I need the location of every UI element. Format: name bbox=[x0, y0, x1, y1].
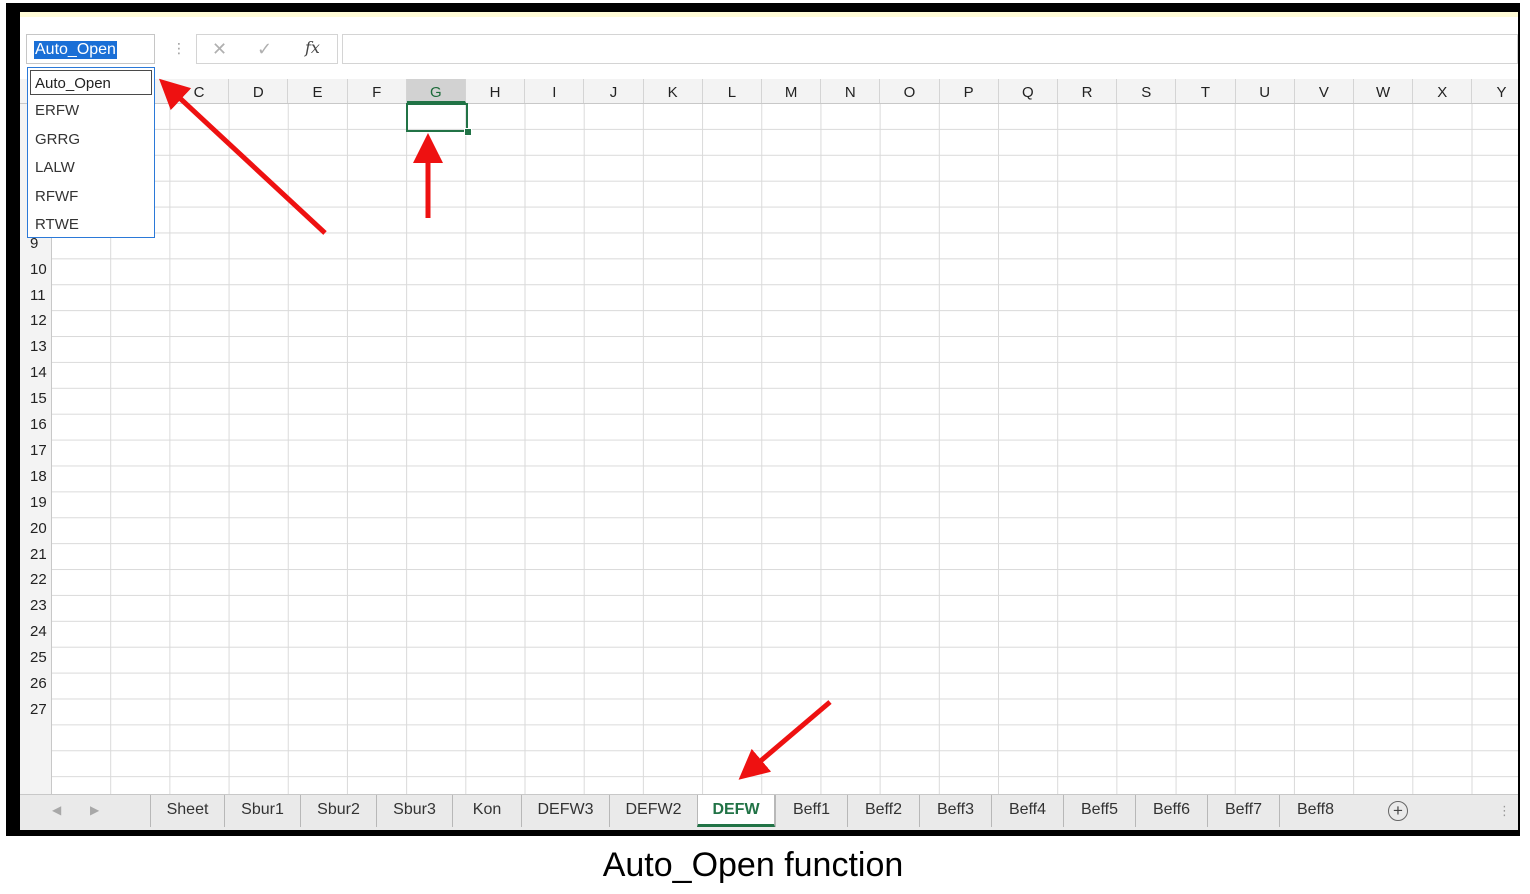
sheet-tab-beff6[interactable]: Beff6 bbox=[1135, 795, 1207, 827]
figure-caption: Auto_Open function bbox=[602, 846, 904, 884]
name-list-item-lalw[interactable]: LALW bbox=[28, 155, 154, 181]
column-header-L[interactable]: L bbox=[703, 79, 762, 103]
sheet-tab-beff8[interactable]: Beff8 bbox=[1279, 795, 1351, 827]
row-header-14[interactable]: 14 bbox=[20, 360, 52, 386]
column-header-Y[interactable]: Y bbox=[1472, 79, 1518, 103]
column-header-Q[interactable]: Q bbox=[999, 79, 1058, 103]
row-header-20[interactable]: 20 bbox=[20, 516, 52, 542]
column-header-M[interactable]: M bbox=[762, 79, 822, 103]
sheet-tab-beff7[interactable]: Beff7 bbox=[1207, 795, 1279, 827]
column-header-H[interactable]: H bbox=[466, 79, 526, 103]
row-header-12[interactable]: 12 bbox=[20, 308, 52, 334]
row-header-22[interactable]: 22 bbox=[20, 567, 52, 593]
cell-grid[interactable] bbox=[52, 104, 1518, 794]
row-header-10[interactable]: 10 bbox=[20, 257, 52, 283]
column-header-N[interactable]: N bbox=[821, 79, 881, 103]
row-header-27[interactable]: 27 bbox=[20, 697, 52, 723]
tab-scroll-grip-icon[interactable]: ⋮ bbox=[1498, 803, 1511, 819]
sheet-tab-sheet[interactable]: Sheet bbox=[150, 795, 224, 827]
formula-input[interactable] bbox=[342, 34, 1518, 64]
sheet-tab-defw2[interactable]: DEFW2 bbox=[609, 795, 697, 827]
row-header-11[interactable]: 11 bbox=[20, 283, 52, 309]
cancel-icon[interactable]: ✕ bbox=[212, 39, 227, 60]
column-header-R[interactable]: R bbox=[1058, 79, 1118, 103]
column-header-F[interactable]: F bbox=[348, 79, 407, 103]
sheet-tab-defw3[interactable]: DEFW3 bbox=[521, 795, 609, 827]
column-header-W[interactable]: W bbox=[1354, 79, 1414, 103]
column-header-O[interactable]: O bbox=[880, 79, 940, 103]
row-header-23[interactable]: 23 bbox=[20, 593, 52, 619]
row-header-26[interactable]: 26 bbox=[20, 671, 52, 697]
sheet-tab-sbur3[interactable]: Sbur3 bbox=[376, 795, 452, 827]
sheet-tab-defw[interactable]: DEFW bbox=[697, 795, 775, 827]
sheet-tab-sbur1[interactable]: Sbur1 bbox=[224, 795, 300, 827]
name-list-item-rtwe[interactable]: RTWE bbox=[28, 212, 154, 238]
row-header-24[interactable]: 24 bbox=[20, 619, 52, 645]
column-header-X[interactable]: X bbox=[1413, 79, 1473, 103]
column-header-K[interactable]: K bbox=[644, 79, 703, 103]
sheet-tab-beff2[interactable]: Beff2 bbox=[847, 795, 919, 827]
row-header-25[interactable]: 25 bbox=[20, 645, 52, 671]
formula-bar-buttons: ✕ ✓ fx bbox=[196, 34, 338, 64]
name-list-item-erfw[interactable]: ERFW bbox=[28, 98, 154, 124]
excel-window: Auto_Open ⋮ ✕ ✓ fx CDEFGHIJKLMNOPQRSTUVW… bbox=[20, 12, 1518, 830]
screenshot-frame: Auto_Open ⋮ ✕ ✓ fx CDEFGHIJKLMNOPQRSTUVW… bbox=[6, 3, 1520, 836]
right-triangle-icon[interactable]: ▶ bbox=[90, 803, 99, 817]
active-cell-G[interactable] bbox=[406, 103, 468, 132]
left-triangle-icon[interactable]: ◀ bbox=[52, 803, 61, 817]
sheet-tab-beff1[interactable]: Beff1 bbox=[775, 795, 847, 827]
column-header-S[interactable]: S bbox=[1117, 79, 1177, 103]
sheet-tab-bar: ◀ ▶ Sheet Sbur1 Sbur2 Sbur3 Kon DEFW3 DEFW2 DEF… bbox=[20, 794, 1518, 830]
sheet-tab-sbur2[interactable]: Sbur2 bbox=[300, 795, 376, 827]
name-list-item-rfwf[interactable]: RFWF bbox=[28, 184, 154, 210]
row-header-13[interactable]: 13 bbox=[20, 334, 52, 360]
fill-handle[interactable] bbox=[464, 128, 472, 136]
name-list-item-grrg[interactable]: GRRG bbox=[28, 127, 154, 153]
column-header-P[interactable]: P bbox=[940, 79, 999, 103]
column-header-D[interactable]: D bbox=[229, 79, 289, 103]
name-box-value[interactable]: Auto_Open bbox=[34, 41, 117, 59]
column-header-U[interactable]: U bbox=[1236, 79, 1295, 103]
column-header-C[interactable]: C bbox=[170, 79, 230, 103]
row-header-18[interactable]: 18 bbox=[20, 464, 52, 490]
sheet-tab-beff5[interactable]: Beff5 bbox=[1063, 795, 1135, 827]
column-header-I[interactable]: I bbox=[525, 79, 585, 103]
column-header-E[interactable]: E bbox=[288, 79, 348, 103]
sheet-tab-kon[interactable]: Kon bbox=[452, 795, 521, 827]
formula-bar-grip-icon[interactable]: ⋮ bbox=[172, 40, 186, 57]
name-box-dropdown: Auto_Open ERFW GRRG LALW RFWF RTWE bbox=[27, 67, 155, 238]
name-list-item-auto_open[interactable]: Auto_Open bbox=[30, 70, 152, 95]
row-header-21[interactable]: 21 bbox=[20, 542, 52, 568]
column-header-G[interactable]: G bbox=[406, 79, 466, 103]
column-header-J[interactable]: J bbox=[584, 79, 644, 103]
row-header-17[interactable]: 17 bbox=[20, 438, 52, 464]
sheet-tab-beff4[interactable]: Beff4 bbox=[991, 795, 1063, 827]
insert-function-icon[interactable]: fx bbox=[305, 38, 320, 57]
sheet-tab-beff3[interactable]: Beff3 bbox=[919, 795, 991, 827]
add-sheet-plus-circle-icon[interactable]: + bbox=[1388, 801, 1408, 821]
title-strip bbox=[20, 12, 1518, 17]
column-header-T[interactable]: T bbox=[1176, 79, 1236, 103]
column-header-row: CDEFGHIJKLMNOPQRSTUVWXY bbox=[20, 79, 1518, 104]
row-header-16[interactable]: 16 bbox=[20, 412, 52, 438]
row-header-19[interactable]: 19 bbox=[20, 490, 52, 516]
column-header-V[interactable]: V bbox=[1295, 79, 1354, 103]
name-box[interactable]: Auto_Open bbox=[26, 34, 155, 64]
enter-check-icon[interactable]: ✓ bbox=[257, 39, 272, 60]
row-header-15[interactable]: 15 bbox=[20, 386, 52, 412]
